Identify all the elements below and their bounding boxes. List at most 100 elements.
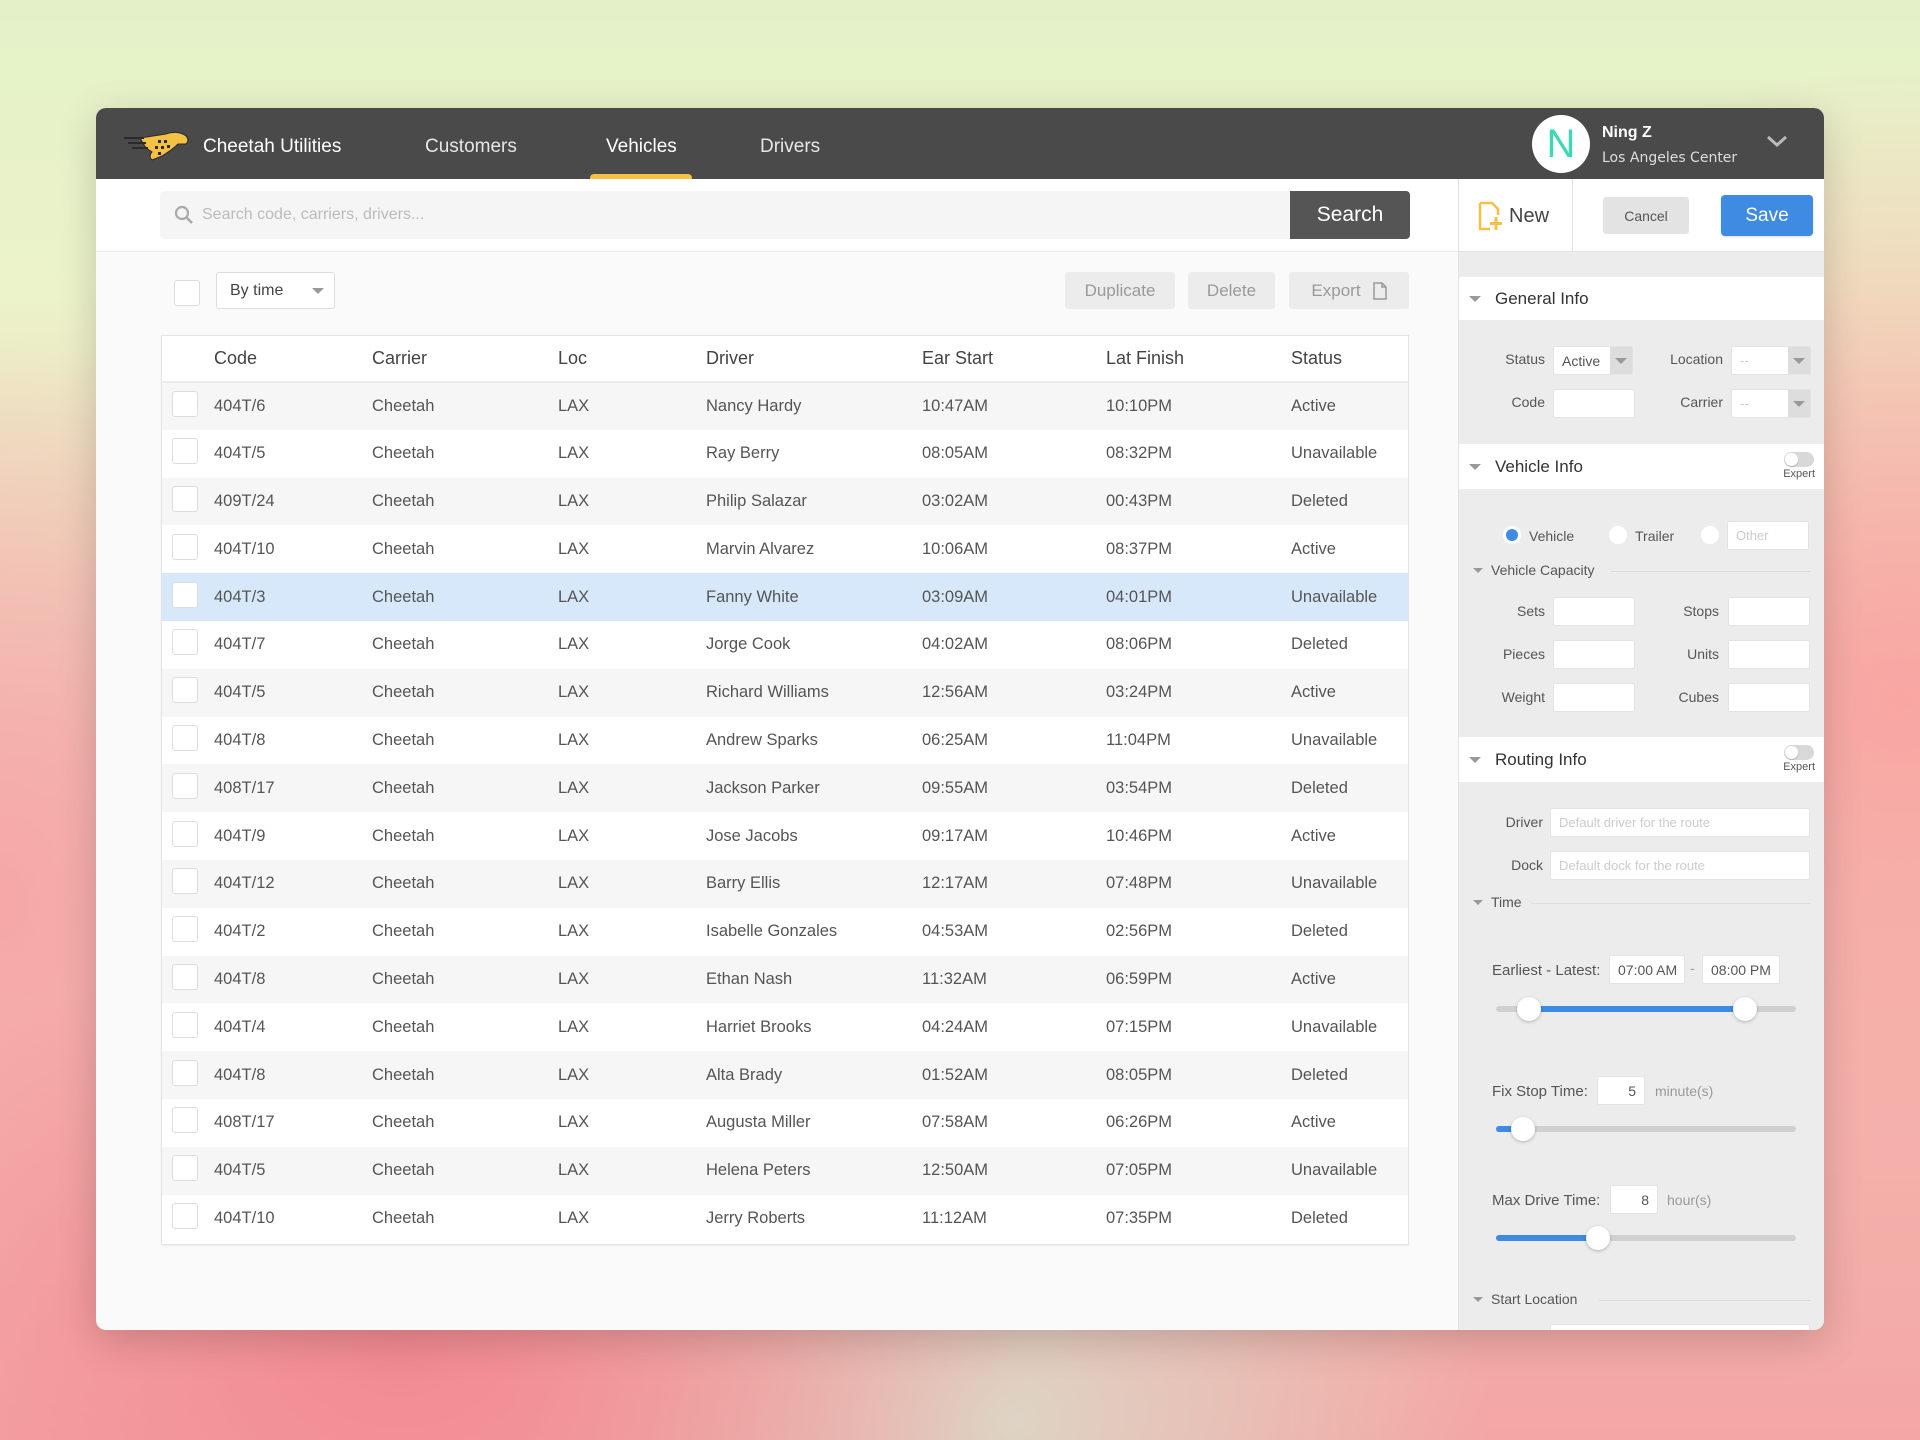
column-header-driver[interactable]: Driver [706, 336, 922, 383]
routing-info-header[interactable]: Routing Info Expert [1459, 737, 1824, 782]
row-checkbox[interactable] [172, 1202, 198, 1229]
row-checkbox[interactable] [172, 390, 198, 417]
search-input[interactable] [202, 206, 1102, 224]
nav-drivers[interactable]: Drivers [760, 136, 820, 158]
user-avatar[interactable]: N [1532, 115, 1590, 173]
status-select[interactable]: Active [1553, 346, 1633, 375]
chevron-down-icon[interactable] [1766, 134, 1788, 148]
row-checkbox[interactable] [172, 533, 198, 560]
vehicle-expert-toggle[interactable]: Expert [1783, 452, 1815, 480]
table-row[interactable]: 408T/17 Cheetah LAX Augusta Miller 07:58AM 06… [162, 1098, 1408, 1147]
stops-input[interactable] [1728, 597, 1810, 626]
column-header-status[interactable]: Status [1291, 336, 1408, 383]
radio-vehicle[interactable] [1503, 526, 1521, 544]
table-row[interactable]: 404T/10 Cheetah LAX Jerry Roberts 11:12AM 07:… [162, 1194, 1408, 1243]
row-checkbox[interactable] [172, 963, 198, 990]
row-checkbox[interactable] [172, 1011, 198, 1038]
save-button[interactable]: Save [1721, 195, 1813, 236]
column-header-loc[interactable]: Loc [558, 336, 706, 383]
fix-stop-slider[interactable] [1496, 1114, 1796, 1144]
vehicle-info-header[interactable]: Vehicle Info Expert [1459, 444, 1824, 489]
table-row[interactable]: 404T/5 Cheetah LAX Richard Williams 12:56AM 0… [162, 668, 1408, 717]
earliest-time-input[interactable]: 07:00 AM [1609, 955, 1685, 984]
time-range-slider[interactable] [1496, 994, 1796, 1024]
other-type-input[interactable]: Other [1727, 521, 1809, 550]
export-button[interactable]: Export [1289, 272, 1409, 309]
row-checkbox[interactable] [172, 1059, 198, 1086]
row-checkbox[interactable] [172, 916, 198, 943]
row-checkbox[interactable] [172, 677, 198, 704]
row-checkbox[interactable] [172, 485, 198, 512]
table-row[interactable]: 404T/5 Cheetah LAX Ray Berry 08:05AM 08:32PM U… [162, 429, 1408, 478]
row-checkbox[interactable] [172, 1155, 198, 1182]
radio-other[interactable] [1701, 526, 1719, 544]
start-location-subheader[interactable]: Start Location [1473, 1291, 1577, 1307]
row-checkbox[interactable] [172, 724, 198, 751]
new-button[interactable]: New [1477, 201, 1549, 231]
slider-handle-start[interactable] [1517, 997, 1541, 1021]
table-row[interactable]: 404T/8 Cheetah LAX Alta Brady 01:52AM 08:05PM… [162, 1051, 1408, 1099]
table-row[interactable]: 404T/3 Cheetah LAX Fanny White 03:09AM 04:01P… [162, 573, 1408, 621]
duplicate-button[interactable]: Duplicate [1065, 272, 1175, 309]
table-row[interactable]: 404T/5 Cheetah LAX Helena Peters 12:50AM 07:0… [162, 1146, 1408, 1195]
column-header-lat-finish[interactable]: Lat Finish [1106, 336, 1291, 383]
slider-handle[interactable] [1586, 1226, 1610, 1250]
vehicle-capacity-subheader[interactable]: Vehicle Capacity [1473, 562, 1595, 578]
sort-select[interactable]: By time [216, 272, 335, 309]
table-row[interactable]: 404T/8 Cheetah LAX Ethan Nash 11:32AM 06:59PM… [162, 955, 1408, 1004]
units-input[interactable] [1728, 640, 1810, 669]
column-header-code[interactable]: Code [214, 336, 372, 383]
cubes-input[interactable] [1728, 683, 1810, 712]
table-row[interactable]: 404T/10 Cheetah LAX Marvin Alvarez 10:06AM 08… [162, 525, 1408, 574]
routing-expert-toggle[interactable]: Expert [1783, 745, 1815, 773]
max-drive-slider[interactable] [1496, 1223, 1796, 1253]
radio-trailer[interactable] [1609, 526, 1627, 544]
cancel-button[interactable]: Cancel [1603, 197, 1689, 234]
cell-code: 404T/12 [214, 859, 372, 908]
column-header-carrier[interactable]: Carrier [372, 336, 558, 383]
row-checkbox[interactable] [172, 581, 198, 608]
table-row[interactable]: 404T/4 Cheetah LAX Harriet Brooks 04:24AM 07:… [162, 1003, 1408, 1052]
table-row[interactable]: 409T/24 Cheetah LAX Philip Salazar 03:02AM 00… [162, 477, 1408, 526]
table-row[interactable]: 404T/12 Cheetah LAX Barry Ellis 12:17AM 07:48… [162, 859, 1408, 908]
table-row[interactable]: 408T/17 Cheetah LAX Jackson Parker 09:55AM 03… [162, 764, 1408, 813]
location-select[interactable]: -- [1731, 346, 1811, 375]
delete-button[interactable]: Delete [1188, 272, 1275, 309]
fix-stop-input[interactable]: 5 [1597, 1076, 1645, 1105]
nav-vehicles[interactable]: Vehicles [606, 136, 677, 158]
route-dock-input[interactable]: Default dock for the route [1550, 851, 1810, 880]
table-row[interactable]: 404T/6 Cheetah LAX Nancy Hardy 10:47AM 10:10P… [162, 382, 1408, 430]
nav-customers[interactable]: Customers [425, 136, 517, 158]
search-field[interactable] [160, 191, 1290, 239]
weight-input[interactable] [1553, 683, 1635, 712]
column-header-ear-start[interactable]: Ear Start [922, 336, 1106, 383]
row-checkbox[interactable] [172, 438, 198, 465]
row-checkbox[interactable] [172, 868, 198, 895]
pieces-input[interactable] [1553, 640, 1635, 669]
max-drive-input[interactable]: 8 [1610, 1185, 1658, 1214]
row-checkbox[interactable] [172, 772, 198, 799]
toggle-switch[interactable] [1784, 452, 1815, 467]
carrier-select[interactable]: -- [1731, 389, 1811, 418]
sets-input[interactable] [1553, 597, 1635, 626]
select-all-checkbox[interactable] [174, 280, 200, 306]
route-driver-input[interactable]: Default driver for the route [1550, 808, 1810, 837]
toggle-switch[interactable] [1784, 745, 1815, 760]
row-checkbox[interactable] [172, 1107, 198, 1134]
table-row[interactable]: 404T/7 Cheetah LAX Jorge Cook 04:02AM 08:06PM… [162, 620, 1408, 669]
time-title: Time [1491, 894, 1522, 910]
search-button[interactable]: Search [1290, 191, 1410, 239]
cheetah-logo-icon[interactable] [122, 126, 192, 162]
start-location-input[interactable] [1550, 1324, 1810, 1330]
table-row[interactable]: 404T/8 Cheetah LAX Andrew Sparks 06:25AM 11:0… [162, 716, 1408, 765]
row-checkbox[interactable] [172, 629, 198, 656]
table-row[interactable]: 404T/9 Cheetah LAX Jose Jacobs 09:17AM 10:46P… [162, 812, 1408, 860]
row-checkbox[interactable] [172, 820, 198, 847]
general-info-header[interactable]: General Info [1459, 277, 1824, 320]
time-subheader[interactable]: Time [1473, 894, 1522, 910]
latest-time-input[interactable]: 08:00 PM [1702, 955, 1780, 984]
slider-handle[interactable] [1511, 1117, 1535, 1141]
code-input[interactable] [1553, 389, 1635, 418]
table-row[interactable]: 404T/2 Cheetah LAX Isabelle Gonzales 04:53AM… [162, 907, 1408, 956]
slider-handle-end[interactable] [1733, 997, 1757, 1021]
